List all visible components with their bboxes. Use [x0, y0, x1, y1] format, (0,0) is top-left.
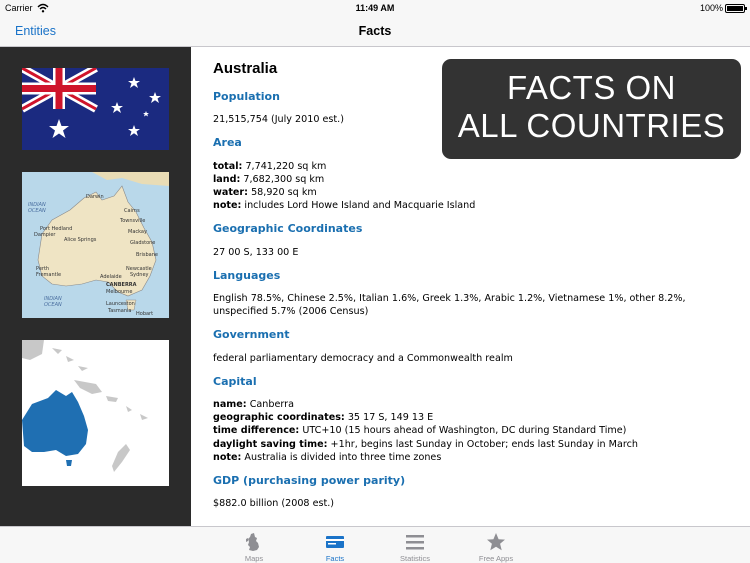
flag-thumbnail[interactable]	[22, 68, 169, 150]
facts-icon	[326, 536, 344, 548]
map-label-hobart: Hobart	[136, 311, 153, 317]
status-bar: Carrier 11:49 AM 100%	[0, 0, 750, 16]
capital-dst-label: daylight saving time:	[213, 438, 328, 450]
map-label-gladstone: Gladstone	[130, 240, 155, 246]
map-label-ocean: OCEAN	[28, 208, 46, 214]
area-note-label: note:	[213, 200, 242, 212]
area-water-value: 58,920 sq km	[251, 187, 317, 199]
australia-map-image: INDIAN OCEAN INDIAN OCEAN Darwin Cairns …	[22, 172, 169, 318]
map-label-fremantle: Fremantle	[36, 272, 61, 278]
tab-facts[interactable]: Facts	[305, 527, 365, 563]
map-label-townsville: Townsville	[119, 218, 145, 224]
maps-icon	[246, 533, 259, 551]
country-title: Australia	[213, 60, 278, 77]
capital-name-value: Canberra	[249, 399, 294, 411]
tab-maps[interactable]: Maps	[224, 527, 284, 563]
capital-coords-value: 35 17 S, 149 13 E	[347, 412, 434, 424]
map-label-canberra: CANBERRA	[106, 282, 137, 288]
area-land-label: land:	[213, 173, 241, 185]
tab-maps-label: Maps	[244, 554, 264, 563]
star-icon	[487, 533, 505, 551]
battery-icon	[725, 4, 747, 13]
coordinates-heading: Geographic Coordinates	[213, 222, 363, 236]
navigation-bar: Entities Facts	[0, 16, 750, 47]
map-label-cairns: Cairns	[124, 208, 140, 214]
map-label-tasmania: Tasmania	[107, 308, 131, 314]
gdp-heading: GDP (purchasing power parity)	[213, 474, 406, 488]
promo-line-1: FACTS ON	[506, 69, 677, 106]
promo-line-2: ALL COUNTRIES	[457, 107, 726, 144]
capital-note-value: Australia is divided into three time zon…	[244, 451, 442, 463]
tab-statistics[interactable]: Statistics	[385, 527, 445, 563]
map-label-melbourne: Melbourne	[106, 289, 132, 295]
page-title: Facts	[358, 24, 392, 38]
capital-details: name: Canberra geographic coordinates: 3…	[213, 398, 723, 464]
capital-timediff-label: time difference:	[213, 425, 300, 437]
government-heading: Government	[213, 328, 290, 342]
gdp-value: $882.0 billion (2008 est.)	[213, 498, 335, 510]
promo-banner: FACTS ON ALL COUNTRIES	[442, 59, 741, 159]
australia-flag-image	[22, 68, 169, 150]
map-label-ocean-south: OCEAN	[44, 302, 62, 308]
tab-statistics-label: Statistics	[399, 554, 430, 563]
tab-facts-label: Facts	[325, 554, 345, 563]
languages-value: English 78.5%, Chinese 2.5%, Italian 1.6…	[213, 293, 686, 318]
locator-map-thumbnail[interactable]	[22, 340, 169, 486]
tab-free-apps[interactable]: Free Apps	[466, 527, 526, 563]
area-total-value: 7,741,220 sq km	[245, 160, 327, 172]
map-label-dampier: Dampier	[34, 232, 56, 238]
capital-dst-value: +1hr, begins last Sunday in October; end…	[330, 438, 638, 450]
map-label-darwin: Darwin	[86, 194, 104, 200]
map-label-brisbane: Brisbane	[136, 252, 158, 258]
map-label-launceston: Launceston	[106, 301, 135, 307]
area-total-label: total:	[213, 160, 243, 172]
area-water-label: water:	[213, 187, 248, 199]
map-label-adelaide: Adelaide	[100, 274, 122, 280]
statistics-icon	[406, 535, 424, 550]
tab-bar: Maps Facts Statistics Free Apps	[0, 526, 750, 563]
map-label-alice-springs: Alice Springs	[64, 237, 97, 243]
area-land-value: 7,682,300 sq km	[243, 173, 325, 185]
tab-free-apps-label: Free Apps	[478, 554, 514, 563]
map-label-sydney: Sydney	[130, 272, 149, 278]
country-map-thumbnail[interactable]: INDIAN OCEAN INDIAN OCEAN Darwin Cairns …	[22, 172, 169, 318]
locator-map-image	[22, 340, 169, 486]
capital-name-label: name:	[213, 399, 247, 411]
area-note-value: includes Lord Howe Island and Macquarie …	[244, 200, 476, 212]
area-details: total: 7,741,220 sq km land: 7,682,300 s…	[213, 160, 723, 213]
battery-percent: 100%	[699, 3, 723, 13]
image-sidebar: INDIAN OCEAN INDIAN OCEAN Darwin Cairns …	[0, 47, 191, 526]
coordinates-value: 27 00 S, 133 00 E	[213, 246, 299, 258]
capital-note-label: note:	[213, 451, 242, 463]
government-value: federal parliamentary democracy and a Co…	[213, 352, 513, 364]
capital-heading: Capital	[213, 374, 257, 388]
map-label-mackay: Mackay	[128, 229, 147, 235]
languages-heading: Languages	[213, 268, 281, 282]
clock: 11:49 AM	[355, 3, 395, 13]
capital-coords-label: geographic coordinates:	[213, 412, 345, 424]
capital-timediff-value: UTC+10 (15 hours ahead of Washington, DC…	[302, 425, 627, 437]
